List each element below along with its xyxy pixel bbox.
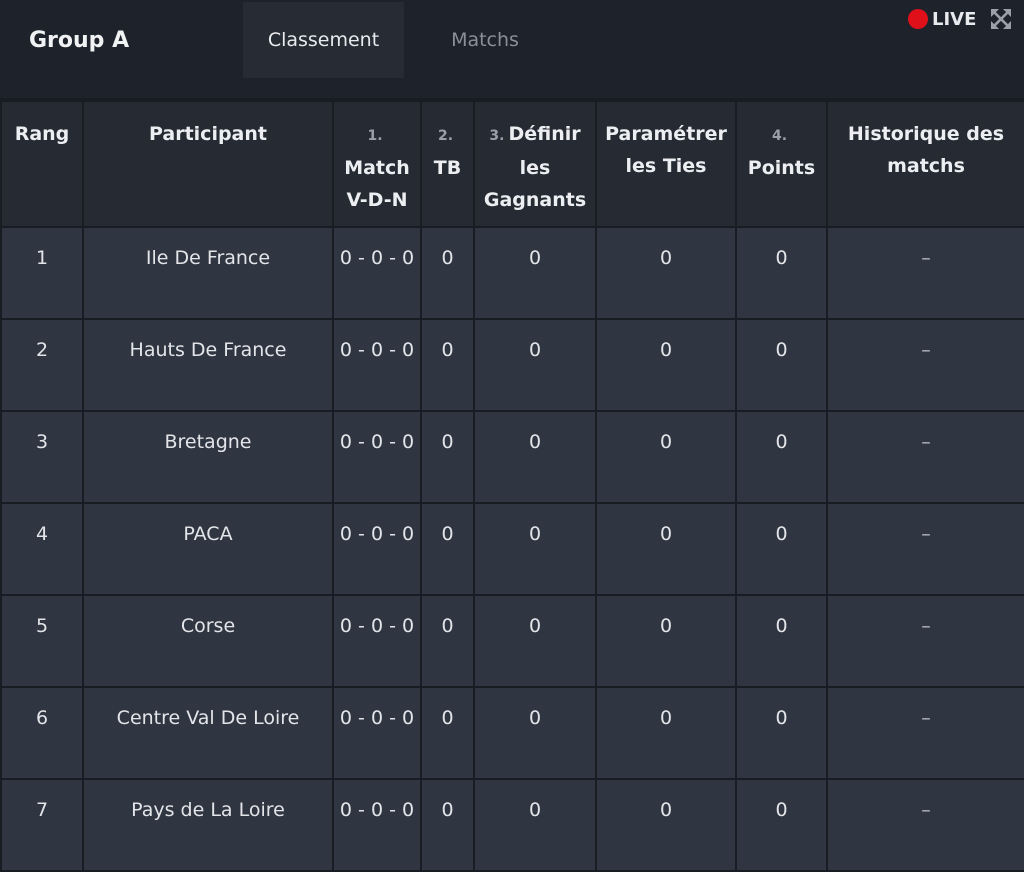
col-rank[interactable]: Rang — [0, 99, 84, 228]
cell-points: 0 — [735, 318, 828, 412]
cell-winners: 0 — [473, 318, 597, 412]
col-tb-label: TB — [433, 157, 462, 179]
col-tb[interactable]: 2. TB — [420, 99, 475, 228]
cell-history: – — [826, 502, 1024, 596]
cell-match: 0 - 0 - 0 — [332, 318, 422, 412]
cell-ties: 0 — [595, 778, 737, 872]
col-match[interactable]: 1. Match V-D-N — [332, 99, 422, 228]
table-row[interactable]: 7 Pays de La Loire 0 - 0 - 0 0 0 0 0 – — [0, 778, 1024, 872]
cell-rank: 7 — [0, 778, 84, 872]
table-row[interactable]: 6 Centre Val De Loire 0 - 0 - 0 0 0 0 0 … — [0, 686, 1024, 780]
cell-tb: 0 — [420, 410, 475, 504]
expand-arrows-icon[interactable] — [990, 8, 1012, 30]
cell-rank: 6 — [0, 686, 84, 780]
cell-match: 0 - 0 - 0 — [332, 226, 422, 320]
col-match-label: Match V-D-N — [344, 157, 410, 211]
cell-match: 0 - 0 - 0 — [332, 594, 422, 688]
cell-winners: 0 — [473, 410, 597, 504]
cell-tb: 0 — [420, 778, 475, 872]
col-winners[interactable]: 3. Définir les Gagnants — [473, 99, 597, 228]
header-bar: Group A Classement Matchs LIVE — [0, 0, 1024, 82]
cell-history: – — [826, 778, 1024, 872]
live-dot-icon — [908, 9, 928, 29]
col-points-number: 4. — [771, 128, 788, 144]
cell-history: – — [826, 318, 1024, 412]
cell-history: – — [826, 686, 1024, 780]
cell-ties: 0 — [595, 410, 737, 504]
cell-ties: 0 — [595, 502, 737, 596]
live-indicator: LIVE — [908, 8, 976, 30]
cell-ties: 0 — [595, 226, 737, 320]
cell-participant[interactable]: Centre Val De Loire — [82, 686, 334, 780]
cell-winners: 0 — [473, 686, 597, 780]
cell-points: 0 — [735, 686, 828, 780]
cell-ties: 0 — [595, 318, 737, 412]
standings-table: Rang Participant 1. Match V-D-N 2. TB 3.… — [0, 98, 1024, 872]
cell-match: 0 - 0 - 0 — [332, 778, 422, 872]
table-row[interactable]: 2 Hauts De France 0 - 0 - 0 0 0 0 0 – — [0, 318, 1024, 412]
col-points-label: Points — [747, 157, 816, 179]
cell-participant[interactable]: Corse — [82, 594, 334, 688]
col-participant[interactable]: Participant — [82, 99, 334, 228]
cell-match: 0 - 0 - 0 — [332, 686, 422, 780]
table-header-row: Rang Participant 1. Match V-D-N 2. TB 3.… — [0, 99, 1024, 228]
col-match-number: 1. — [367, 128, 383, 144]
col-ties[interactable]: Paramétrer les Ties — [595, 99, 737, 228]
col-winners-number: 3. — [489, 128, 505, 144]
cell-winners: 0 — [473, 226, 597, 320]
table-row[interactable]: 1 Ile De France 0 - 0 - 0 0 0 0 0 – — [0, 226, 1024, 320]
cell-history: – — [826, 226, 1024, 320]
cell-tb: 0 — [420, 594, 475, 688]
cell-ties: 0 — [595, 686, 737, 780]
table-row[interactable]: 3 Bretagne 0 - 0 - 0 0 0 0 0 – — [0, 410, 1024, 504]
cell-tb: 0 — [420, 226, 475, 320]
cell-winners: 0 — [473, 594, 597, 688]
tab-matchs[interactable]: Matchs — [412, 2, 558, 78]
tab-classement[interactable]: Classement — [243, 2, 404, 78]
cell-participant[interactable]: Ile De France — [82, 226, 334, 320]
cell-points: 0 — [735, 502, 828, 596]
live-label: LIVE — [932, 8, 977, 30]
cell-participant[interactable]: Bretagne — [82, 410, 334, 504]
cell-participant[interactable]: Hauts De France — [82, 318, 334, 412]
cell-participant[interactable]: PACA — [82, 502, 334, 596]
cell-points: 0 — [735, 226, 828, 320]
table-row[interactable]: 4 PACA 0 - 0 - 0 0 0 0 0 – — [0, 502, 1024, 596]
cell-winners: 0 — [473, 778, 597, 872]
cell-tb: 0 — [420, 502, 475, 596]
cell-tb: 0 — [420, 318, 475, 412]
cell-participant[interactable]: Pays de La Loire — [82, 778, 334, 872]
col-points[interactable]: 4. Points — [735, 99, 828, 228]
cell-match: 0 - 0 - 0 — [332, 410, 422, 504]
cell-history: – — [826, 594, 1024, 688]
col-tb-number: 2. — [437, 128, 454, 144]
cell-rank: 4 — [0, 502, 84, 596]
cell-history: – — [826, 410, 1024, 504]
cell-points: 0 — [735, 778, 828, 872]
cell-match: 0 - 0 - 0 — [332, 502, 422, 596]
table-row[interactable]: 5 Corse 0 - 0 - 0 0 0 0 0 – — [0, 594, 1024, 688]
cell-ties: 0 — [595, 594, 737, 688]
cell-rank: 3 — [0, 410, 84, 504]
cell-winners: 0 — [473, 502, 597, 596]
col-history[interactable]: Historique des matchs — [826, 99, 1024, 228]
cell-tb: 0 — [420, 686, 475, 780]
cell-rank: 5 — [0, 594, 84, 688]
cell-rank: 2 — [0, 318, 84, 412]
cell-points: 0 — [735, 594, 828, 688]
group-title: Group A — [29, 28, 130, 53]
cell-rank: 1 — [0, 226, 84, 320]
cell-points: 0 — [735, 410, 828, 504]
